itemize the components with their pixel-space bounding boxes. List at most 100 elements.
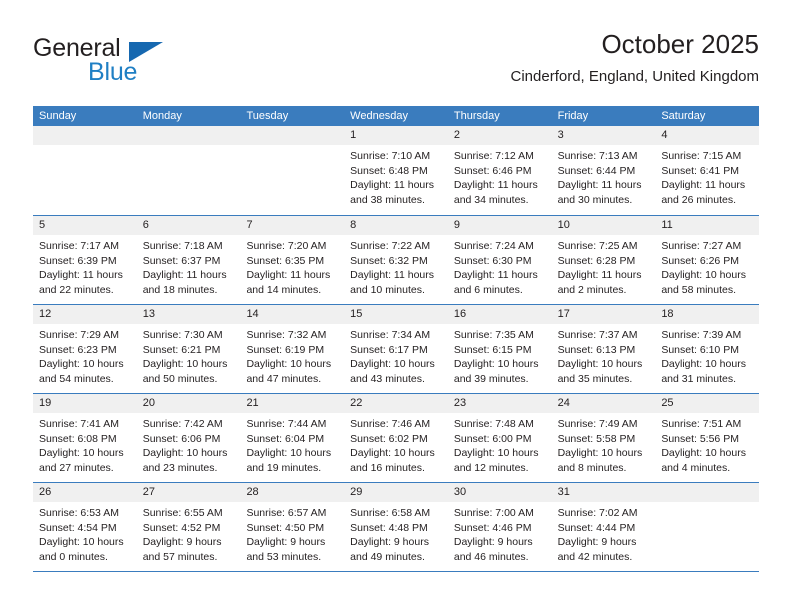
daylight-text: Daylight: 10 hours	[350, 447, 435, 460]
weekday-header-saturday: Saturday	[661, 110, 706, 122]
calendar-day-cell[interactable]: 6 Sunrise: 7:18 AM Sunset: 6:37 PM Daylight…	[136, 216, 241, 304]
daylight-text: Daylight: 10 hours	[557, 358, 643, 371]
day-details: Sunrise: 7:34 AM Sunset: 6:17 PM Daylight:…	[344, 324, 448, 386]
daylight-text: Daylight: 10 hours	[557, 447, 643, 460]
weekday-header-tuesday: Tuesday	[246, 110, 289, 122]
calendar-day-cell[interactable]: 28 Sunrise: 6:57 AM Sunset: 4:50 PM Dayligh…	[240, 483, 345, 571]
calendar-day-cell[interactable]: 11 Sunrise: 7:27 AM Sunset: 6:26 PM Dayligh…	[655, 216, 760, 304]
calendar-day-cell[interactable]: 20 Sunrise: 7:42 AM Sunset: 6:06 PM Dayligh…	[136, 394, 241, 482]
daylight-text: Daylight: 10 hours	[142, 447, 228, 460]
daylight-text: Daylight: 10 hours	[39, 358, 124, 371]
sunrise-text: Sunrise: 7:35 AM	[453, 329, 534, 341]
calendar-day-cell[interactable]: 26 Sunrise: 6:53 AM Sunset: 4:54 PM Dayligh…	[33, 483, 137, 571]
calendar-day-cell[interactable]: 12 Sunrise: 7:29 AM Sunset: 6:23 PM Dayligh…	[33, 305, 137, 393]
sunrise-text: Sunrise: 7:15 AM	[661, 150, 742, 162]
sunset-text: Sunset: 5:58 PM	[557, 432, 636, 445]
day-number: 29	[344, 483, 448, 502]
sunset-text: Sunset: 4:48 PM	[350, 521, 428, 534]
calendar-day-cell[interactable]: 1 Sunrise: 7:10 AM Sunset: 6:48 PM Daylight…	[344, 126, 448, 215]
day-details: Sunrise: 7:29 AM Sunset: 6:23 PM Daylight:…	[33, 324, 137, 386]
day-details: Sunrise: 7:02 AM Sunset: 4:44 PM Daylight:…	[552, 502, 656, 564]
sunset-text: Sunset: 4:46 PM	[453, 521, 532, 534]
day-number: 14	[240, 305, 345, 324]
calendar-day-cell[interactable]: 24 Sunrise: 7:49 AM Sunset: 5:58 PM Dayligh…	[551, 394, 656, 482]
calendar-day-cell[interactable]: 15 Sunrise: 7:34 AM Sunset: 6:17 PM Dayligh…	[344, 305, 448, 393]
daylight-text: Daylight: 10 hours	[142, 358, 228, 371]
calendar-day-cell[interactable]: 30 Sunrise: 7:00 AM Sunset: 4:46 PM Dayligh…	[447, 483, 552, 571]
calendar-week-row: 5 Sunrise: 7:17 AM Sunset: 6:39 PM Daylight…	[33, 215, 760, 304]
daylight-text: Daylight: 11 hours	[350, 269, 435, 282]
daylight-text: Daylight: 11 hours	[142, 269, 227, 282]
day-details: Sunrise: 7:44 AM Sunset: 6:04 PM Daylight:…	[240, 413, 344, 475]
calendar-day-cell[interactable]: 3 Sunrise: 7:13 AM Sunset: 6:44 PM Daylight…	[551, 126, 656, 215]
calendar-day-cell[interactable]: 5 Sunrise: 7:17 AM Sunset: 6:39 PM Daylight…	[33, 216, 137, 304]
day-details: Sunrise: 7:20 AM Sunset: 6:35 PM Daylight:…	[240, 235, 344, 297]
sunrise-text: Sunrise: 7:29 AM	[39, 329, 119, 341]
sunset-text: Sunset: 6:26 PM	[661, 254, 739, 267]
daylight-text: Daylight: 10 hours	[39, 536, 124, 549]
calendar-day-cell[interactable]: 16 Sunrise: 7:35 AM Sunset: 6:15 PM Dayligh…	[447, 305, 552, 393]
sunrise-text: Sunrise: 7:18 AM	[142, 240, 223, 252]
day-number: 17	[551, 305, 656, 324]
calendar-day-cell[interactable]: 25 Sunrise: 7:51 AM Sunset: 5:56 PM Dayligh…	[655, 394, 760, 482]
sunset-text: Sunset: 4:50 PM	[246, 521, 325, 534]
sunrise-text: Sunrise: 7:25 AM	[557, 240, 638, 252]
calendar-day-cell[interactable]: 31 Sunrise: 7:02 AM Sunset: 4:44 PM Dayligh…	[551, 483, 656, 571]
brand-name-blue: Blue	[88, 58, 138, 86]
calendar-day-cell[interactable]: 14 Sunrise: 7:32 AM Sunset: 6:19 PM Dayligh…	[240, 305, 345, 393]
day-number	[136, 126, 241, 145]
sunrise-text: Sunrise: 7:17 AM	[39, 240, 119, 252]
day-details: Sunrise: 7:22 AM Sunset: 6:32 PM Daylight:…	[344, 235, 448, 297]
calendar-day-cell[interactable]: 18 Sunrise: 7:39 AM Sunset: 6:10 PM Dayligh…	[655, 305, 760, 393]
sunrise-text: Sunrise: 7:02 AM	[557, 507, 638, 519]
day-details: Sunrise: 7:13 AM Sunset: 6:44 PM Daylight:…	[552, 145, 656, 207]
sunrise-text: Sunrise: 7:39 AM	[661, 329, 742, 341]
calendar-day-cell[interactable]: 23 Sunrise: 7:48 AM Sunset: 6:00 PM Dayligh…	[447, 394, 552, 482]
day-details: Sunrise: 6:57 AM Sunset: 4:50 PM Daylight:…	[240, 502, 344, 564]
day-number: 31	[551, 483, 656, 502]
day-details: Sunrise: 7:41 AM Sunset: 6:08 PM Daylight:…	[33, 413, 137, 475]
day-number: 13	[136, 305, 241, 324]
day-details: Sunrise: 7:49 AM Sunset: 5:58 PM Daylight:…	[552, 413, 656, 475]
calendar-day-cell[interactable]: 10 Sunrise: 7:25 AM Sunset: 6:28 PM Dayligh…	[551, 216, 656, 304]
daylight-text: Daylight: 11 hours	[661, 179, 746, 192]
sunset-text: Sunset: 5:56 PM	[661, 432, 739, 445]
calendar-day-cell[interactable]: 2 Sunrise: 7:12 AM Sunset: 6:46 PM Daylight…	[447, 126, 552, 215]
daylight-text: Daylight: 10 hours	[453, 358, 539, 371]
sunset-text: Sunset: 6:13 PM	[557, 343, 636, 356]
day-details: Sunrise: 7:30 AM Sunset: 6:21 PM Daylight:…	[137, 324, 241, 386]
daylight-text: Daylight: 11 hours	[350, 179, 435, 192]
sunset-text: Sunset: 6:02 PM	[350, 432, 428, 445]
calendar-day-cell[interactable]: 13 Sunrise: 7:30 AM Sunset: 6:21 PM Dayligh…	[136, 305, 241, 393]
daylight-text: Daylight: 10 hours	[661, 447, 746, 460]
daylight-text: Daylight: 10 hours	[453, 447, 539, 460]
calendar-day-cell[interactable]: 17 Sunrise: 7:37 AM Sunset: 6:13 PM Dayligh…	[551, 305, 656, 393]
calendar-day-cell[interactable]: 9 Sunrise: 7:24 AM Sunset: 6:30 PM Daylight…	[447, 216, 552, 304]
weekday-header-monday: Monday	[142, 110, 182, 122]
daylight-text: and 2 minutes.	[557, 283, 627, 296]
day-details: Sunrise: 7:51 AM Sunset: 5:56 PM Daylight:…	[655, 413, 759, 475]
calendar-day-cell[interactable]: 21 Sunrise: 7:44 AM Sunset: 6:04 PM Dayligh…	[240, 394, 345, 482]
day-number: 19	[33, 394, 137, 413]
calendar-week-row: 19 Sunrise: 7:41 AM Sunset: 6:08 PM Dayligh…	[33, 393, 760, 482]
calendar-day-cell[interactable]: 4 Sunrise: 7:15 AM Sunset: 6:41 PM Daylight…	[655, 126, 760, 215]
calendar-week-row: 26 Sunrise: 6:53 AM Sunset: 4:54 PM Dayligh…	[33, 482, 760, 571]
sunset-text: Sunset: 6:23 PM	[39, 343, 117, 356]
day-details: Sunrise: 7:12 AM Sunset: 6:46 PM Daylight:…	[448, 145, 552, 207]
day-number: 8	[344, 216, 448, 235]
sunrise-text: Sunrise: 7:24 AM	[453, 240, 534, 252]
sunset-text: Sunset: 6:28 PM	[557, 254, 636, 267]
brand-logo[interactable]: General Blue	[33, 34, 213, 90]
calendar-day-cell[interactable]: 29 Sunrise: 6:58 AM Sunset: 4:48 PM Dayligh…	[344, 483, 448, 571]
daylight-text: and 43 minutes.	[350, 372, 425, 385]
sunset-text: Sunset: 6:39 PM	[39, 254, 117, 267]
calendar-day-cell[interactable]: 27 Sunrise: 6:55 AM Sunset: 4:52 PM Dayligh…	[136, 483, 241, 571]
calendar-day-cell[interactable]: 7 Sunrise: 7:20 AM Sunset: 6:35 PM Daylight…	[240, 216, 345, 304]
calendar-day-cell[interactable]: 8 Sunrise: 7:22 AM Sunset: 6:32 PM Daylight…	[344, 216, 448, 304]
day-details: Sunrise: 6:55 AM Sunset: 4:52 PM Daylight:…	[137, 502, 241, 564]
sunrise-text: Sunrise: 7:22 AM	[350, 240, 431, 252]
calendar-day-cell[interactable]: 19 Sunrise: 7:41 AM Sunset: 6:08 PM Dayligh…	[33, 394, 137, 482]
calendar-week-row: 12 Sunrise: 7:29 AM Sunset: 6:23 PM Dayligh…	[33, 304, 760, 393]
daylight-text: and 14 minutes.	[246, 283, 322, 296]
calendar-day-cell[interactable]: 22 Sunrise: 7:46 AM Sunset: 6:02 PM Dayligh…	[344, 394, 448, 482]
